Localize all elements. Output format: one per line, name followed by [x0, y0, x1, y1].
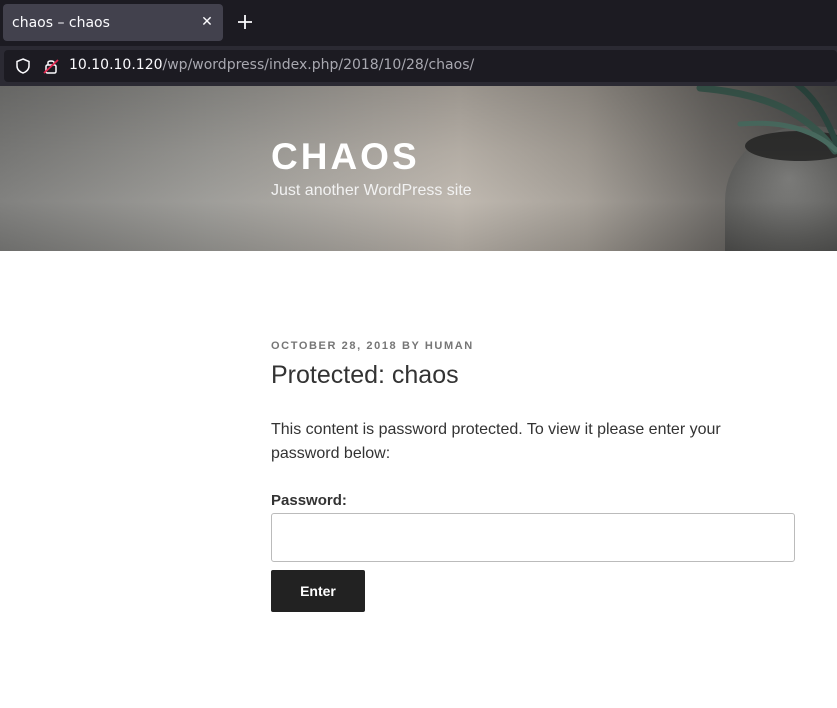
plus-icon[interactable] — [236, 13, 254, 31]
shield-icon[interactable] — [14, 57, 32, 75]
site-description: Just another WordPress site — [271, 182, 472, 199]
tab-title: chaos – chaos — [12, 15, 110, 31]
insecure-lock-icon[interactable] — [42, 57, 60, 75]
post-title: Protected: chaos — [271, 361, 459, 389]
url-path: /wp/wordpress/index.php/2018/10/28/chaos… — [162, 57, 475, 73]
nav-bar: 10.10.10.120/wp/wordpress/index.php/2018… — [0, 46, 837, 86]
site-title[interactable]: CHAOS — [271, 136, 420, 178]
site-header: CHAOS Just another WordPress site — [0, 86, 837, 251]
protected-message: This content is password protected. To v… — [271, 421, 721, 462]
entry-meta: OCTOBER 28, 2018 BY HUMAN — [271, 340, 474, 352]
url-host: 10.10.10.120 — [69, 57, 163, 73]
enter-button[interactable]: Enter — [271, 570, 365, 612]
tab-bar: chaos – chaos ✕ — [0, 0, 837, 46]
url-bar[interactable]: 10.10.10.120/wp/wordpress/index.php/2018… — [4, 50, 837, 82]
close-icon[interactable]: ✕ — [199, 13, 215, 29]
post-date[interactable]: OCTOBER 28, 2018 — [271, 340, 397, 352]
password-label: Password: — [271, 492, 347, 509]
tab-active[interactable]: chaos – chaos ✕ — [3, 4, 223, 41]
url-text[interactable]: 10.10.10.120/wp/wordpress/index.php/2018… — [69, 57, 474, 73]
password-input[interactable] — [271, 513, 795, 562]
post-by: BY — [401, 340, 421, 352]
post-author[interactable]: HUMAN — [425, 340, 474, 352]
